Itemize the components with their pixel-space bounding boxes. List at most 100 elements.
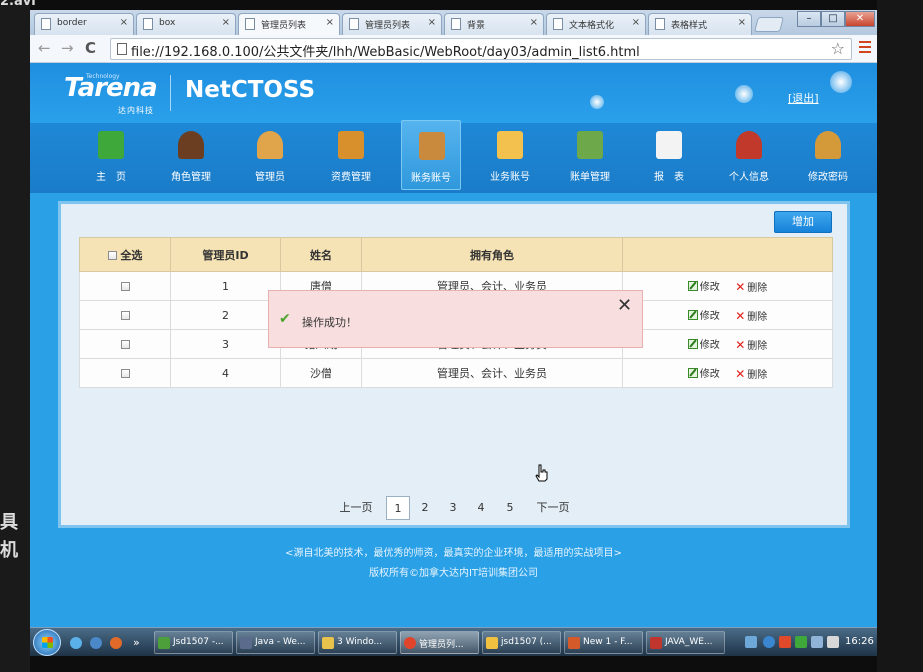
close-window-button[interactable]: ✕ [845, 11, 875, 27]
minimize-button[interactable]: – [797, 11, 821, 27]
security-icon[interactable] [779, 636, 791, 648]
nav-fee-management[interactable]: 资费管理 [321, 123, 381, 189]
tab-background[interactable]: 背景 × [444, 13, 544, 35]
edit-button[interactable]: 修改 [687, 307, 720, 322]
page-link[interactable]: 3 [445, 496, 461, 520]
tab-label: border [57, 18, 87, 28]
row-checkbox[interactable] [120, 282, 130, 291]
page-link[interactable]: 5 [502, 496, 518, 520]
taskbar-item[interactable]: Java - We... [236, 631, 315, 654]
delete-button[interactable]: ✕ 删除 [735, 366, 767, 382]
taskbar-item[interactable]: Jsd1507 -... [154, 631, 233, 654]
delete-button[interactable]: ✕ 删除 [735, 337, 767, 353]
tab-box[interactable]: box × [136, 13, 236, 35]
close-icon[interactable]: × [738, 17, 746, 28]
taskbar-item[interactable]: JAVA_WE... [646, 631, 725, 654]
hand-cursor-icon [535, 464, 548, 482]
keyboard-icon[interactable] [745, 636, 757, 648]
back-icon[interactable]: ← [38, 40, 51, 56]
user-lock-icon [815, 131, 841, 159]
tab-admin-list[interactable]: 管理员列表 × [342, 13, 442, 35]
quick-launch-more[interactable]: » [133, 636, 140, 649]
tab-table-style[interactable]: 表格样式 × [648, 13, 752, 35]
select-all-checkbox[interactable] [107, 251, 117, 260]
admin-id-cell: 3 [170, 329, 281, 359]
prev-page-link[interactable]: 上一页 [336, 496, 376, 520]
nav-role-management[interactable]: 角色管理 [161, 123, 221, 189]
nav-admin[interactable]: 管理员 [240, 123, 300, 189]
page-icon [245, 18, 255, 30]
delete-button[interactable]: ✕ 删除 [735, 308, 767, 324]
address-bar[interactable]: file://192.168.0.100/公共文件夹/lhh/WebBasic/… [110, 38, 852, 60]
page-link-current[interactable]: 1 [386, 496, 410, 520]
tab-text-format[interactable]: 文本格式化 × [546, 13, 646, 35]
close-icon[interactable]: × [120, 17, 128, 28]
forward-icon[interactable]: → [61, 40, 74, 56]
bookmark-star-icon[interactable]: ☆ [831, 39, 845, 58]
nav-label: 管理员 [255, 172, 285, 183]
nav-billing-account[interactable]: 账务账号 [401, 120, 461, 190]
shield-icon[interactable] [795, 636, 807, 648]
new-tab-button[interactable] [753, 17, 785, 32]
taskbar: » Jsd1507 -... Java - We... 3 Windo... 管… [30, 627, 877, 656]
row-checkbox[interactable] [120, 369, 130, 378]
nav-service-account[interactable]: 业务账号 [480, 123, 540, 189]
menu-icon[interactable] [859, 41, 871, 53]
edit-button[interactable]: 修改 [687, 365, 720, 380]
maximize-button[interactable]: □ [821, 11, 845, 27]
ie-icon[interactable] [70, 637, 82, 649]
next-page-link[interactable]: 下一页 [533, 496, 573, 520]
edit-button[interactable]: 修改 [687, 278, 720, 293]
edit-label: 修改 [699, 340, 720, 351]
close-icon[interactable]: × [222, 17, 230, 28]
nav-personal-info[interactable]: 个人信息 [719, 123, 779, 189]
page-link[interactable]: 2 [417, 496, 433, 520]
close-icon[interactable]: × [326, 17, 334, 28]
actions-cell: 修改 ✕ 删除 [622, 271, 833, 301]
page-icon [117, 43, 127, 55]
site-header: Technology Tarena 达内科技 NetCTOSS [退出] [30, 63, 877, 123]
row-checkbox[interactable] [120, 311, 130, 320]
edit-button[interactable]: 修改 [687, 336, 720, 351]
bill-icon [577, 131, 603, 159]
close-icon[interactable]: × [632, 17, 640, 28]
page-link[interactable]: 4 [473, 496, 489, 520]
column-header [622, 237, 833, 272]
volume-icon[interactable] [827, 636, 839, 648]
start-button[interactable] [33, 629, 61, 656]
tab-admin-list-active[interactable]: 管理员列表 × [238, 13, 340, 35]
close-icon[interactable]: × [428, 17, 436, 28]
row-checkbox[interactable] [120, 340, 130, 349]
taskbar-item[interactable]: jsd1507 (... [482, 631, 561, 654]
reload-icon[interactable]: C [85, 40, 96, 56]
nav-label: 业务账号 [490, 172, 530, 183]
add-button[interactable]: 增加 [774, 211, 832, 233]
tab-border[interactable]: border × [34, 13, 134, 35]
anchor-icon[interactable] [90, 637, 102, 649]
video-title: 2.avi [0, 0, 36, 9]
delete-icon: ✕ [735, 337, 746, 352]
desktop-glyph: 具 [0, 512, 18, 533]
nav-bill-management[interactable]: 账单管理 [560, 123, 620, 189]
page-icon [655, 18, 665, 30]
delete-button[interactable]: ✕ 删除 [735, 279, 767, 295]
nav-reports[interactable]: 报 表 [639, 123, 699, 189]
nav-label: 账务账号 [411, 173, 451, 184]
nav-label: 主 页 [96, 172, 126, 183]
document-check-icon [497, 131, 523, 159]
taskbar-item[interactable]: 3 Windo... [318, 631, 397, 654]
logout-link[interactable]: [退出] [788, 90, 819, 106]
firefox-icon[interactable] [110, 637, 122, 649]
taskbar-item-active[interactable]: 管理员列... [400, 631, 479, 654]
dandelion-decoration [830, 71, 852, 93]
nav-home[interactable]: 主 页 [81, 123, 141, 189]
home-icon [98, 131, 124, 159]
close-icon[interactable]: × [530, 17, 538, 28]
close-icon[interactable]: ✕ [617, 295, 632, 316]
row-select-cell [79, 271, 171, 301]
pagination: 上一页 1 2 3 4 5 下一页 [61, 496, 853, 520]
network-icon[interactable] [763, 636, 775, 648]
taskbar-item[interactable]: New 1 - F... [564, 631, 643, 654]
nav-change-password[interactable]: 修改密码 [798, 123, 858, 189]
monitor-icon[interactable] [811, 636, 823, 648]
